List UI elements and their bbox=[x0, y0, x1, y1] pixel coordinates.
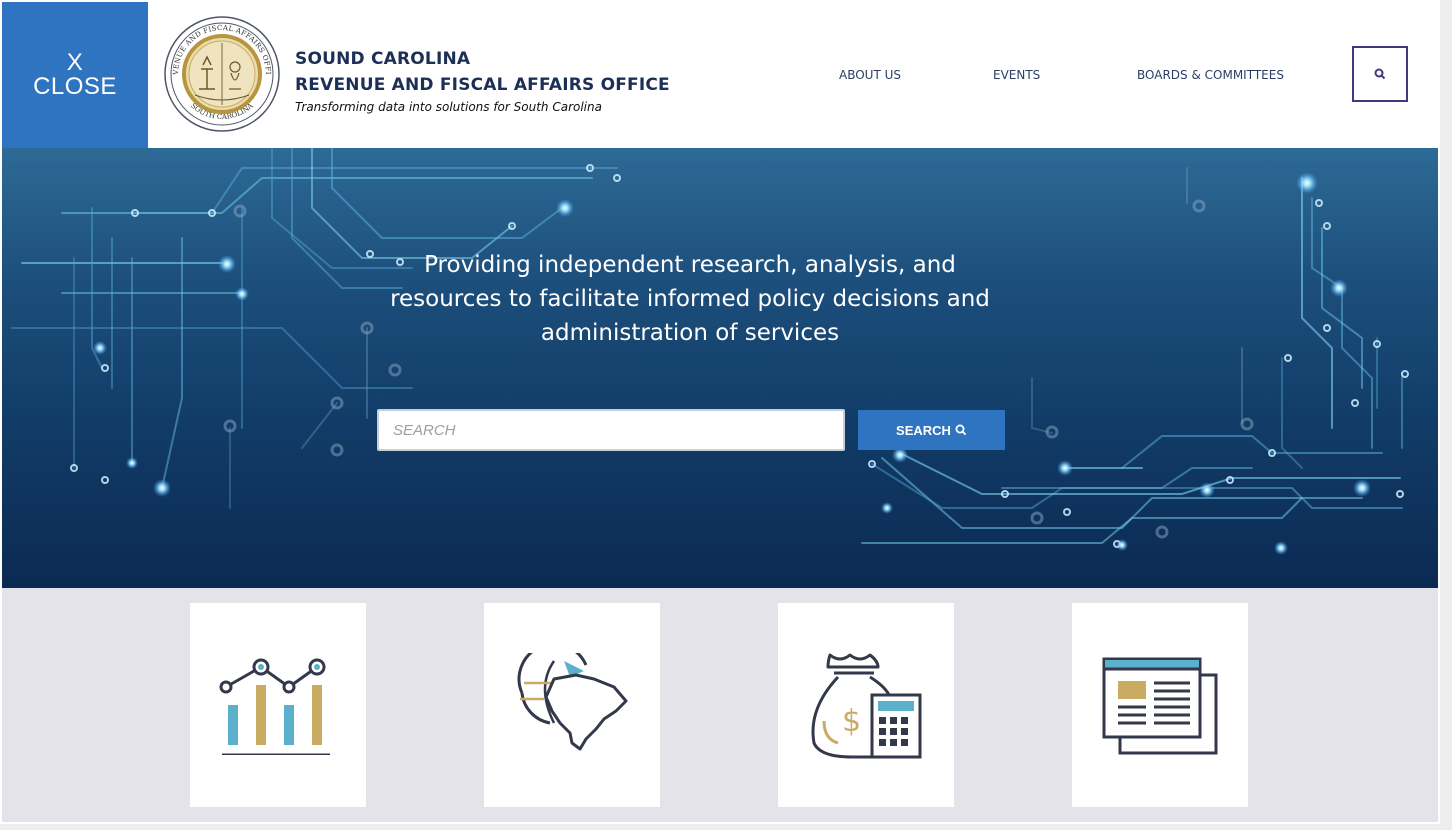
close-x-icon: X bbox=[66, 49, 84, 76]
svg-text:$: $ bbox=[842, 704, 861, 739]
page: X CLOSE REVENUE AND FISCAL AFFAIRS OFFIC… bbox=[0, 0, 1440, 824]
south-carolina-globe-icon bbox=[517, 653, 628, 751]
tile-south-carolina[interactable] bbox=[484, 603, 660, 807]
nav-events[interactable]: EVENTS bbox=[993, 68, 1040, 82]
header-search-button[interactable] bbox=[1352, 46, 1408, 102]
nav-boards-committees[interactable]: BOARDS & COMMITTEES bbox=[1137, 68, 1284, 82]
newspaper-document-icon bbox=[1102, 657, 1218, 755]
bar-line-chart-icon bbox=[219, 658, 330, 755]
tile-data-analysis[interactable] bbox=[190, 603, 366, 807]
brand-title-line1: SOUND CAROLINA bbox=[295, 49, 471, 69]
nav-about-us[interactable]: ABOUT US bbox=[839, 68, 901, 82]
hero-headline: Providing independent research, analysis… bbox=[390, 252, 990, 346]
brand-tagline: Transforming data into solutions for Sou… bbox=[295, 100, 602, 114]
office-seal-logo[interactable]: REVENUE AND FISCAL AFFAIRS OFFICE SOUTH … bbox=[163, 15, 281, 133]
circuit-background-image bbox=[11, 148, 1409, 555]
site-search-button[interactable]: SEARCH bbox=[858, 410, 1005, 450]
search-icon bbox=[1374, 68, 1386, 80]
close-label: CLOSE bbox=[33, 73, 117, 100]
money-bag-calculator-icon: $ bbox=[811, 653, 922, 759]
feature-tiles: $ bbox=[2, 588, 1438, 822]
site-search-input[interactable] bbox=[377, 409, 845, 451]
close-menu-button[interactable]: X CLOSE bbox=[2, 2, 148, 148]
tile-publications[interactable] bbox=[1072, 603, 1248, 807]
brand-block[interactable]: SOUND CAROLINA REVENUE AND FISCAL AFFAIR… bbox=[295, 46, 670, 114]
tile-revenue-budget[interactable]: $ bbox=[778, 603, 954, 807]
site-header: X CLOSE REVENUE AND FISCAL AFFAIRS OFFIC… bbox=[2, 2, 1438, 148]
hero-banner: Providing independent research, analysis… bbox=[2, 148, 1438, 588]
search-button-label: SEARCH bbox=[896, 422, 951, 438]
brand-title-line2: REVENUE AND FISCAL AFFAIRS OFFICE bbox=[295, 75, 670, 95]
search-icon bbox=[955, 424, 967, 436]
